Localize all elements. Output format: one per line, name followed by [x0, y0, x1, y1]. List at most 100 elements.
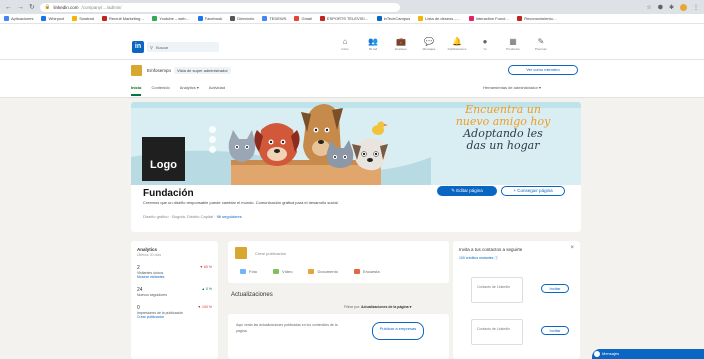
bookmark-item[interactable]: TEDEWS [262, 16, 286, 21]
bookmark-item[interactable]: Directorio [230, 16, 254, 21]
company-short-name[interactable]: Emfosempo [147, 68, 171, 73]
reload-icon[interactable]: ↻ [29, 3, 35, 11]
bookmark-icon [197, 16, 203, 21]
metric-link[interactable]: Mostrar visitantes [137, 275, 212, 279]
nav-item-label: Mi red [368, 47, 378, 51]
analytics-rows: 2 Visitantes únicos ▼ 60 % Mostrar visitant… [137, 265, 212, 319]
get-page-button[interactable]: + Conseguir página [501, 186, 565, 196]
tab-2[interactable]: Analytics ▾ [180, 85, 199, 96]
bookmark-item[interactable]: ESPORTS TELEVISI… [319, 16, 369, 21]
bookmark-item[interactable]: InTechCampus [376, 16, 410, 21]
bookmark-item[interactable]: Aplicaciones [4, 16, 33, 21]
metric-delta: ▼ 60 % [199, 265, 212, 269]
view-as-member-button[interactable]: Ver como miembro [508, 65, 578, 75]
nav-item-premium[interactable]: ✎ Premium [529, 37, 553, 52]
updates-filter[interactable]: Filtrar por: Actualizaciones de la págin… [344, 305, 411, 309]
close-icon[interactable]: × [570, 245, 574, 251]
analytics-metric[interactable]: 0 Impresiones de la publicación ▼ 100 % Cre… [137, 305, 212, 319]
encuesta-icon [353, 269, 360, 274]
analytics-title: Analytics [137, 247, 158, 252]
bookmark-icon [517, 16, 523, 21]
puzzle-icon[interactable]: ✱ [669, 4, 674, 11]
extensions-icon[interactable]: ⬢ [658, 4, 663, 11]
filter-label: Filtrar por: [344, 305, 360, 309]
bookmark-item[interactable]: Gmail [294, 16, 312, 21]
menu-icon[interactable]: ⋮ [693, 4, 699, 11]
forward-icon[interactable]: → [17, 4, 24, 11]
bookmark-label: Gmail [301, 16, 312, 21]
company-logo[interactable]: Logo [142, 137, 185, 181]
nav-item-label: Inicio [341, 47, 349, 51]
analytics-metric[interactable]: 24 Nuevos seguidores ▲ 0 % [137, 287, 212, 297]
nav-item-notificaciones[interactable]: 🔔 Notificaciones [445, 37, 469, 52]
bookmark-item[interactable]: Recruit Marketing… [101, 16, 144, 21]
composer-action-label: Vídeo [282, 269, 293, 274]
company-description: Creemos que un diseño responsable puede … [143, 200, 339, 205]
profile-avatar[interactable] [680, 3, 687, 11]
nav-item-mensajes[interactable]: 💬 Mensajes [417, 37, 441, 52]
nav-item-empleos[interactable]: 💼 Empleos [389, 37, 413, 52]
composer-action-vídeo[interactable]: Vídeo [273, 269, 292, 274]
bookmark-item[interactable]: Youtube – web… [152, 16, 190, 21]
composer-action-label: Foto [249, 269, 258, 274]
composer-action-encuesta[interactable]: Encuesta [353, 269, 380, 274]
followers-link[interactable]: 96 seguidores [217, 214, 242, 219]
tab-3[interactable]: Actividad [209, 85, 225, 96]
company-location: Diseño gráfico · Bogotá, Distrito Capita… [143, 214, 214, 219]
nav-item-inicio[interactable]: ⌂ Inicio [333, 37, 357, 52]
updates-card: Aquí verás las actualizaciones publicada… [228, 314, 449, 359]
bookmark-label: Lista de deseos –… [425, 16, 461, 21]
contact-card [471, 319, 523, 345]
nav-item-label: Mensajes [422, 47, 436, 51]
url-path: /company/…/admin/ [81, 4, 122, 10]
tab-0[interactable]: Inicio [131, 85, 142, 96]
search-input[interactable]: ⚲ Buscar [147, 42, 219, 52]
edit-page-button[interactable]: ✎ Editar página [437, 186, 497, 196]
admin-tabs: Inicio Contenido Analytics ▾ Actividad [131, 85, 225, 96]
metric-link[interactable]: Crear publicación [137, 315, 212, 319]
cover-image[interactable]: Encuentra un nuevo amigo hoy Adoptando l… [131, 102, 581, 185]
filter-value[interactable]: Actualizaciones de la página ▾ [361, 305, 411, 309]
bookmark-item[interactable]: Interactive Funct… [468, 16, 509, 21]
bookmark-icon [418, 16, 424, 21]
documento-icon [308, 269, 315, 274]
bookmark-item[interactable]: Whirpool [41, 16, 64, 21]
bookmark-item[interactable]: Facebook [197, 16, 222, 21]
analytics-metric[interactable]: 2 Visitantes únicos ▼ 60 % Mostrar visitant… [137, 265, 212, 279]
jobs-icon: 💼 [396, 37, 406, 46]
nav-item-productos[interactable]: ▦ Productos [501, 37, 525, 52]
back-icon[interactable]: ← [5, 4, 12, 11]
invite-item: Contacto de LinkedIn Invitar [459, 319, 574, 349]
company-profile-card: Encuentra un nuevo amigo hoy Adoptando l… [131, 102, 581, 232]
page-admin-header: Emfosempo Vista de super administrador V… [0, 60, 704, 98]
bookmark-item[interactable]: Reconocimiento… [517, 16, 557, 21]
composer-action-foto[interactable]: Foto [240, 269, 257, 274]
metric-delta: ▲ 0 % [201, 287, 212, 291]
nav-item-label: Yo [483, 47, 487, 51]
invite-button[interactable]: Invitar [541, 326, 569, 335]
messaging-icon: 💬 [424, 37, 434, 46]
messaging-bar[interactable]: Mensajes [592, 349, 704, 359]
bookmarks-bar: Aplicaciones Whirpool Sowtrad Recruit Marke… [0, 14, 704, 24]
invite-credits[interactable]: 100 créditos restantes ⓘ [459, 256, 574, 261]
bookmark-item[interactable]: Sowtrad [72, 16, 94, 21]
composer-action-documento[interactable]: Documento [308, 269, 338, 274]
cover-slogan: Encuentra un nuevo amigo hoy Adoptando l… [443, 104, 563, 152]
address-bar[interactable]: 🔒 linkedin.com /company/…/admin/ [39, 2, 400, 12]
admin-tools-dropdown[interactable]: Herramientas de administrador ▾ [483, 85, 541, 90]
invite-item: Contacto de LinkedIn Invitar [459, 277, 574, 307]
invite-button[interactable]: Invitar [541, 284, 569, 293]
composer-actions: Foto Vídeo Documento Encuesta [240, 269, 380, 274]
vídeo-icon [273, 269, 280, 274]
updates-empty-text: Aquí verás las actualizaciones publicada… [236, 323, 338, 333]
invite-contacts-card: Invita a tus contactos a seguirte × 100 … [453, 241, 580, 359]
bookmark-item[interactable]: Lista de deseos –… [418, 16, 461, 21]
linkedin-logo[interactable]: in [132, 41, 144, 53]
nav-item-yo[interactable]: ● Yo [473, 37, 497, 52]
composer-action-label: Documento [317, 269, 338, 274]
tab-1[interactable]: Contenido [151, 85, 169, 96]
create-post-input[interactable]: Crear publicación [251, 249, 443, 258]
star-icon[interactable]: ☆ [646, 4, 651, 11]
nav-item-mi red[interactable]: 👥 Mi red [361, 37, 385, 52]
publish-button[interactable]: Publicar a empresas [372, 322, 424, 340]
